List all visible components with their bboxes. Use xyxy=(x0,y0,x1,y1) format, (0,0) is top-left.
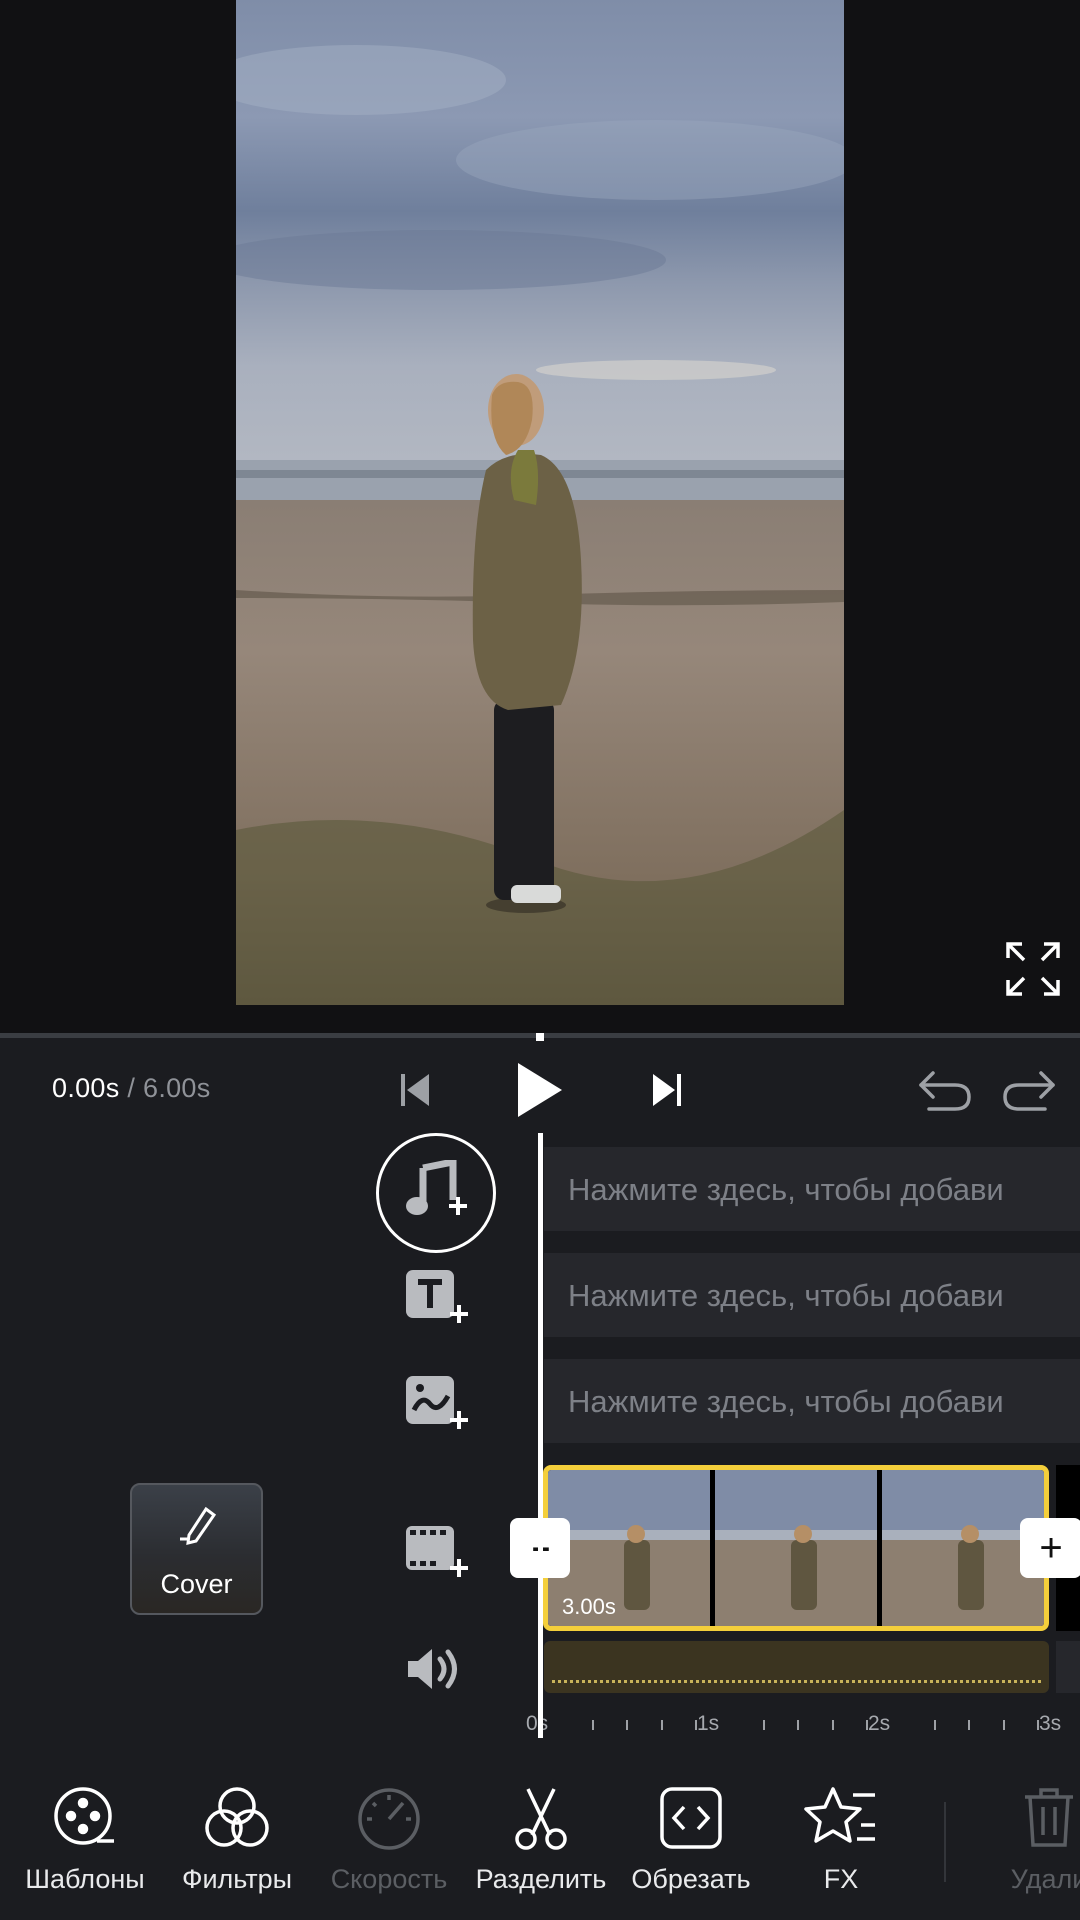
ruler-label: 1s xyxy=(697,1712,720,1735)
split-label: Разделить xyxy=(475,1864,607,1894)
clip-thumbnail xyxy=(715,1470,877,1626)
music-plus-icon xyxy=(406,1160,467,1215)
star-icon xyxy=(804,1787,875,1843)
filters-label: Фильтры xyxy=(181,1864,293,1894)
delete-button[interactable]: Удали xyxy=(974,1780,1080,1895)
cover-label: Cover xyxy=(160,1569,233,1599)
film-plus-icon xyxy=(406,1526,468,1577)
ruler-tick xyxy=(694,1720,697,1730)
next-audio-edge xyxy=(1056,1641,1080,1693)
ruler-tick xyxy=(831,1720,834,1730)
clip-audio-track[interactable] xyxy=(544,1641,1049,1693)
filters-button[interactable]: Фильтры xyxy=(162,1780,312,1895)
ruler-tick xyxy=(1002,1720,1005,1730)
text-track-hint: Нажмите здесь, чтобы добави xyxy=(568,1278,1004,1313)
video-clip[interactable]: 3.00s xyxy=(543,1465,1049,1631)
fx-label: FX xyxy=(823,1864,859,1894)
add-music-button[interactable] xyxy=(376,1133,496,1253)
preview-frame-image xyxy=(236,0,844,1005)
audio-track-hint: Нажмите здесь, чтобы добави xyxy=(568,1172,1004,1207)
trim-button[interactable]: Обрезать xyxy=(616,1780,766,1895)
volume-icon[interactable] xyxy=(404,1644,464,1694)
fx-button[interactable]: FX xyxy=(766,1780,916,1895)
audio-track-placeholder[interactable]: Нажмите здесь, чтобы добави xyxy=(544,1147,1080,1231)
video-preview[interactable] xyxy=(0,0,1080,1035)
timeline-ruler: 0s1s2s3s xyxy=(526,1708,1080,1748)
ruler-tick xyxy=(968,1720,971,1730)
trim-label: Обрезать xyxy=(631,1864,751,1894)
ruler-tick xyxy=(1036,1720,1039,1730)
text-plus-icon xyxy=(406,1270,468,1323)
ruler-label: 2s xyxy=(868,1712,891,1735)
fullscreen-icon[interactable] xyxy=(1004,940,1062,998)
speed-button[interactable]: Скорость xyxy=(314,1780,464,1895)
ruler-tick xyxy=(934,1720,937,1730)
trim-icon xyxy=(660,1787,722,1849)
skip-to-end-button[interactable] xyxy=(646,1068,686,1112)
ruler-tick xyxy=(626,1720,629,1730)
ruler-tick xyxy=(865,1720,868,1730)
playhead[interactable] xyxy=(538,1133,543,1738)
sticker-track-placeholder[interactable]: Нажмите здесь, чтобы добави xyxy=(544,1359,1080,1443)
undo-button[interactable] xyxy=(916,1066,974,1114)
bottom-toolbar: Шаблоны Фильтры Скорость Разделить Обрез… xyxy=(0,1780,1080,1920)
playhead-marker xyxy=(536,1033,544,1041)
current-time: 0.00s xyxy=(52,1073,120,1103)
total-time: 6.00s xyxy=(143,1073,211,1103)
templates-button[interactable]: Шаблоны xyxy=(10,1780,160,1895)
time-separator: / xyxy=(127,1073,136,1103)
scissors-icon xyxy=(515,1788,567,1850)
pencil-icon xyxy=(180,1506,217,1545)
filters-icon xyxy=(205,1787,269,1847)
trash-icon xyxy=(1025,1788,1073,1847)
text-track-placeholder[interactable]: Нажмите здесь, чтобы добави xyxy=(544,1253,1080,1337)
add-clip-button[interactable] xyxy=(402,1520,472,1582)
speed-label: Скорость xyxy=(330,1864,448,1894)
sticker-track-hint: Нажмите здесь, чтобы добави xyxy=(568,1384,1004,1419)
clip-duration-label: 3.00s xyxy=(562,1594,616,1619)
sticker-plus-icon xyxy=(406,1376,468,1429)
cover-button[interactable]: Cover xyxy=(130,1483,263,1615)
add-clip-after-button[interactable]: + xyxy=(1020,1518,1080,1578)
templates-label: Шаблоны xyxy=(25,1864,145,1894)
time-display: 0.00s / 6.00s xyxy=(52,1073,211,1104)
ruler-label: 3s xyxy=(1039,1712,1062,1735)
skip-to-start-button[interactable] xyxy=(396,1068,436,1112)
split-button[interactable]: Разделить xyxy=(466,1780,616,1895)
redo-button[interactable] xyxy=(1000,1066,1058,1114)
ruler-tick xyxy=(660,1720,663,1730)
play-button[interactable] xyxy=(512,1060,566,1120)
add-text-button[interactable] xyxy=(402,1266,472,1328)
add-sticker-button[interactable] xyxy=(402,1372,472,1434)
ruler-tick xyxy=(797,1720,800,1730)
ruler-tick xyxy=(763,1720,766,1730)
toolbar-divider xyxy=(944,1802,946,1882)
speed-icon xyxy=(358,1788,420,1850)
delete-label: Удали xyxy=(1010,1864,1080,1894)
ruler-tick xyxy=(592,1720,595,1730)
templates-icon xyxy=(54,1787,114,1845)
